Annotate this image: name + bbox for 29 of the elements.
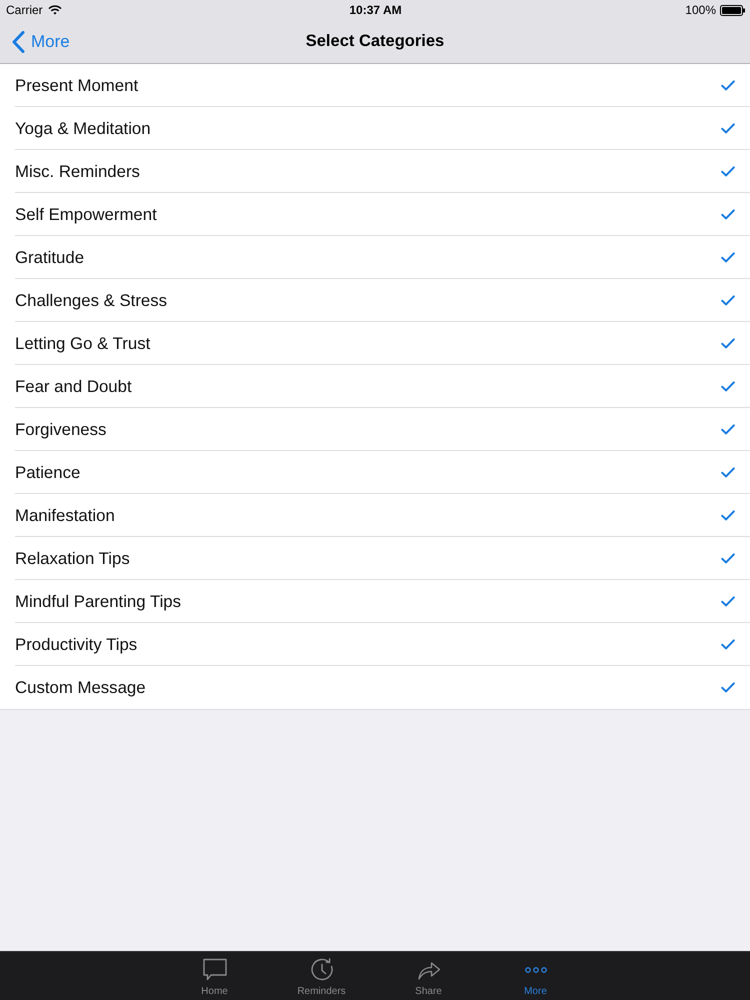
category-item[interactable]: Manifestation <box>0 494 750 537</box>
clock-icon <box>308 957 334 983</box>
category-item[interactable]: Self Empowerment <box>0 193 750 236</box>
status-time: 10:37 AM <box>349 3 402 17</box>
category-item[interactable]: Custom Message <box>0 666 750 709</box>
tab-item[interactable]: Home <box>161 952 268 1000</box>
category-item[interactable]: Yoga & Meditation <box>0 107 750 150</box>
category-item[interactable]: Forgiveness <box>0 408 750 451</box>
tab-item[interactable]: More <box>482 952 589 1000</box>
category-item[interactable]: Letting Go & Trust <box>0 322 750 365</box>
chevron-left-icon <box>12 30 25 52</box>
wifi-icon <box>48 5 62 15</box>
speech-bubble-icon <box>202 957 228 983</box>
category-item[interactable]: Challenges & Stress <box>0 279 750 322</box>
category-item[interactable]: Patience <box>0 451 750 494</box>
category-item[interactable]: Present Moment <box>0 64 750 107</box>
battery-icon <box>720 4 745 16</box>
tab-item[interactable]: Reminders <box>268 952 375 1000</box>
tab-item[interactable]: Share <box>375 952 482 1000</box>
category-item[interactable]: Mindful Parenting Tips <box>0 580 750 623</box>
category-item[interactable]: Misc. Reminders <box>0 150 750 193</box>
battery-percentage: 100% <box>685 3 716 17</box>
nav-title: Select Categories <box>306 32 444 51</box>
carrier-name: Carrier <box>6 3 43 17</box>
category-item[interactable]: Gratitude <box>0 236 750 279</box>
three-dots-icon <box>524 967 546 973</box>
category-item[interactable]: Productivity Tips <box>0 623 750 666</box>
category-item[interactable]: Relaxation Tips <box>0 537 750 580</box>
category-item[interactable]: Fear and Doubt <box>0 365 750 408</box>
